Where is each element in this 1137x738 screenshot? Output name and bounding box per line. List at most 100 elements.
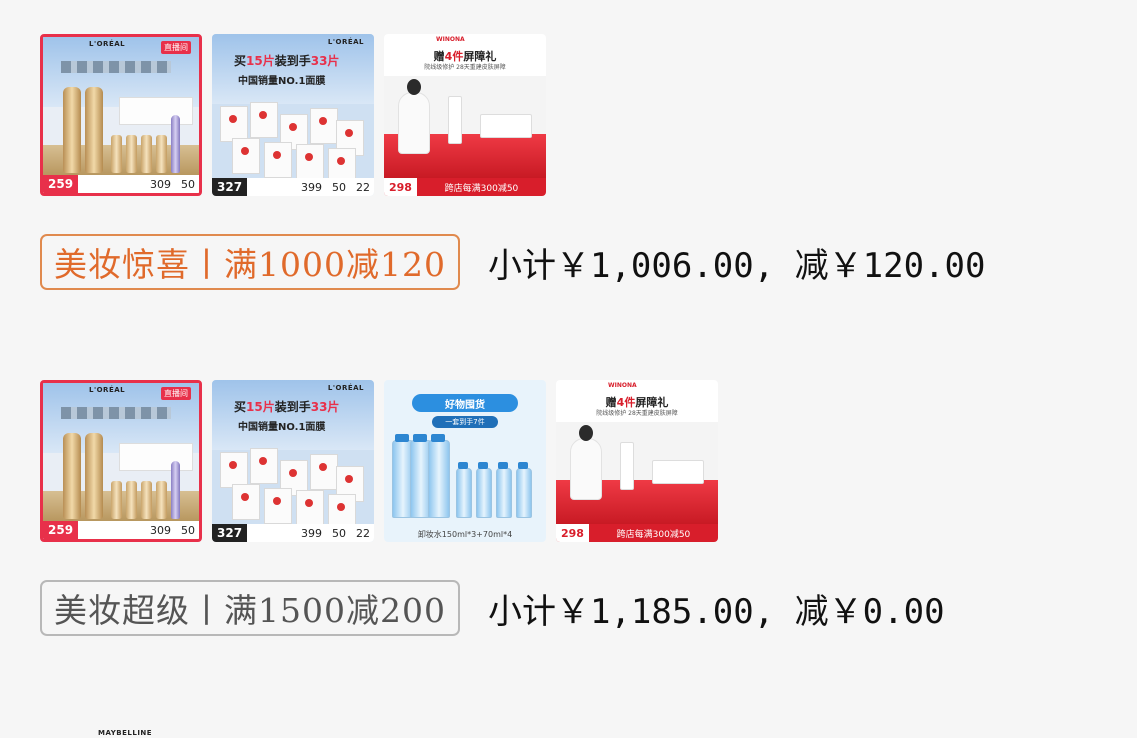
brand-logo: WINONA (608, 382, 637, 389)
bottle-cap (395, 434, 409, 442)
serum-vial (141, 481, 152, 519)
promo-label[interactable]: 美妆超级丨满1500减200 (40, 580, 460, 636)
price-bar: 327 399 50 22 (212, 524, 374, 542)
promo-row: 美妆超级丨满1500减200 小计￥1,185.00, 减￥0.00 (40, 580, 945, 636)
promo-subline: 中国销量NO.1面膜 (238, 422, 326, 433)
headline-part: 15片 (246, 400, 275, 414)
brand-logo: L'ORÉAL (327, 38, 364, 46)
serum-vial (126, 135, 137, 173)
promo-headline: 买15片装到手33片 (234, 52, 339, 69)
blurred-text (61, 61, 171, 73)
price: 298 (556, 524, 589, 542)
mask-pack (310, 108, 338, 144)
serum-vial (111, 135, 122, 173)
bottle-cap (413, 434, 427, 442)
serum-bottle (85, 433, 103, 519)
gift-subline: 院线级修护 28天重建皮肤屏障 (596, 410, 678, 417)
water-bottle (428, 440, 450, 518)
brand-logo-maybelline: MAYBELLINE (98, 729, 153, 737)
promo-headline: 买15片装到手33片 (234, 398, 339, 415)
gift-value: 22 (356, 180, 370, 194)
product-thumbnails: L'ORÉAL 直播间 259 309 50 L'ORÉAL 买15片装到手33… (40, 34, 986, 196)
price-bar: 259 309 50 (43, 521, 199, 539)
headline-part: 15片 (246, 54, 275, 68)
blurred-text (61, 407, 171, 419)
mask-pack (250, 448, 278, 484)
promo-subline: 中国销量NO.1面膜 (238, 76, 326, 87)
product-box (480, 114, 532, 138)
price-bar: 298 跨店每满300减50 (384, 178, 546, 196)
product-bottle (620, 442, 634, 490)
bottle-cap (518, 462, 528, 469)
product-box (652, 460, 704, 484)
model-image (570, 425, 602, 500)
headline-part: 装到手 (274, 400, 311, 414)
mask-pack (310, 454, 338, 490)
product-box (119, 97, 193, 125)
original-price: 399 (301, 526, 322, 540)
bottle-cap (498, 462, 508, 469)
price: 259 (43, 521, 79, 539)
price-bar: 327 399 50 22 (212, 178, 374, 196)
product-box (119, 443, 193, 471)
headline-part: 买 (234, 54, 247, 68)
product-thumb-serum-set[interactable]: L'ORÉAL 直播间 259 309 50 (40, 380, 202, 542)
product-thumb-serum-set[interactable]: L'ORÉAL 直播间 259 309 50 (40, 34, 202, 196)
cross-store-promo: 跨店每满300减50 (444, 183, 519, 194)
discount-value: 50 (332, 526, 346, 540)
promo-group-1: L'ORÉAL 直播间 259 309 50 L'ORÉAL 买15片装到手33… (40, 34, 986, 290)
product-thumb-masks[interactable]: L'ORÉAL 买15片装到手33片 中国销量NO.1面膜 327 399 50… (212, 34, 374, 196)
headline-part: 装到手 (274, 54, 311, 68)
brand-logo: WINONA (436, 36, 465, 43)
price-details: 309 50 (150, 178, 195, 191)
brand-logo: L'ORÉAL (89, 40, 126, 48)
small-bottle (496, 468, 512, 518)
cart-page: L'ORÉAL 直播间 259 309 50 L'ORÉAL 买15片装到手33… (0, 0, 1137, 738)
price: 327 (212, 524, 248, 542)
price: 327 (212, 178, 248, 196)
mask-pack (250, 102, 278, 138)
discount-value: 50 (332, 180, 346, 194)
product-thumb-winona[interactable]: WINONA 赠4件屏障礼 院线级修护 28天重建皮肤屏障 298 跨店每满30… (556, 380, 718, 542)
price-bar: 259 309 50 (43, 175, 199, 193)
promo-title: 好物囤货 (412, 394, 518, 412)
cross-store-promo: 跨店每满300减50 (616, 529, 691, 540)
serum-vial (156, 135, 167, 173)
product-bottle (448, 96, 462, 144)
product-thumb-micellar-water[interactable]: 好物囤货 一套到手7件 卸妆水150ml*3+70ml*4 (384, 380, 546, 542)
bottle-cap (478, 462, 488, 469)
price-details: 399 50 22 (301, 181, 370, 194)
small-bottle (476, 468, 492, 518)
promo-row: 美妆惊喜丨满1000减120 小计￥1,006.00, 减￥120.00 (40, 234, 986, 290)
headline-part: 33片 (310, 400, 340, 414)
small-bottle (516, 468, 532, 518)
product-caption: 卸妆水150ml*3+70ml*4 (417, 530, 513, 539)
brand-logo: L'ORÉAL (89, 386, 126, 394)
mask-pack (264, 142, 292, 178)
mask-pack (296, 490, 324, 526)
serum-vial (126, 481, 137, 519)
original-price: 309 (150, 523, 171, 537)
model-image (398, 79, 430, 154)
promo-label[interactable]: 美妆惊喜丨满1000减120 (40, 234, 460, 290)
product-thumb-masks[interactable]: L'ORÉAL 买15片装到手33片 中国销量NO.1面膜 327 399 50… (212, 380, 374, 542)
brand-logo: L'ORÉAL (327, 384, 364, 392)
live-tag: 直播间 (161, 387, 191, 400)
price-details: 399 50 22 (301, 527, 370, 540)
price: 298 (384, 178, 417, 196)
discount-value: 50 (181, 523, 195, 537)
product-thumb-winona[interactable]: WINONA 赠4件屏障礼 院线级修护 28天重建皮肤屏障 298 跨店每满30… (384, 34, 546, 196)
promo-subline: 一套到手7件 (432, 416, 498, 428)
live-tag: 直播间 (161, 41, 191, 54)
mask-pack (220, 452, 248, 488)
subtotal-text: 小计￥1,006.00, 减￥120.00 (487, 245, 986, 286)
subtotal-text: 小计￥1,185.00, 减￥0.00 (487, 591, 945, 632)
bottle-cap (458, 462, 468, 469)
gift-value: 22 (356, 526, 370, 540)
mask-pack (296, 144, 324, 180)
serum-vial (111, 481, 122, 519)
serum-vial (156, 481, 167, 519)
bottle-cap (431, 434, 445, 442)
gift-subline: 院线级修护 28天重建皮肤屏障 (424, 64, 506, 71)
mask-pack (264, 488, 292, 524)
